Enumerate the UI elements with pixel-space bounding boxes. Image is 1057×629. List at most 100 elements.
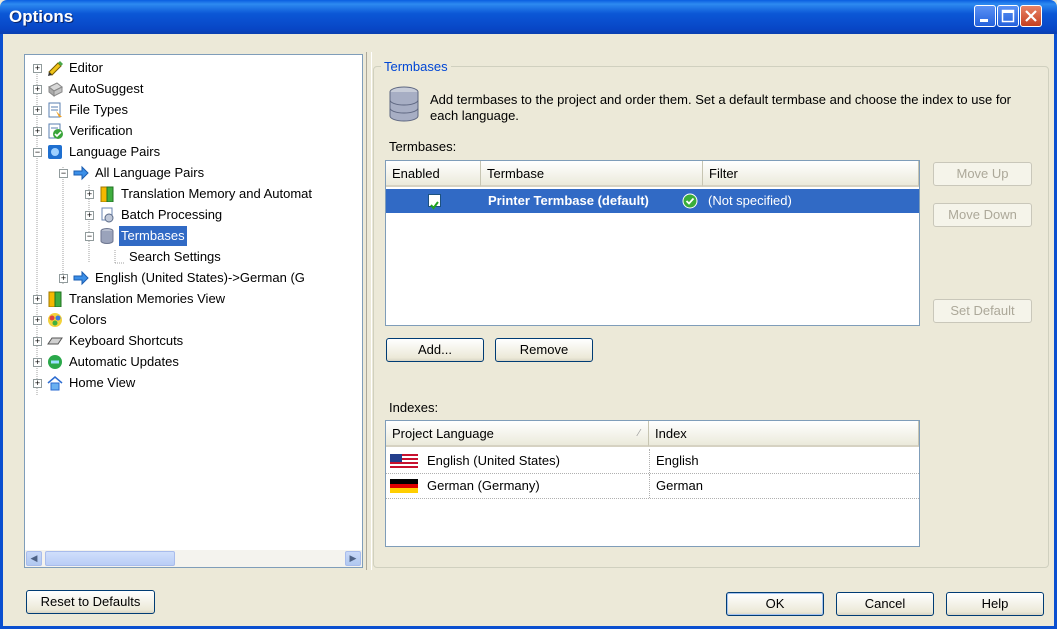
- tree-item-verification[interactable]: + Verification: [33, 121, 353, 141]
- german-flag-icon: [390, 479, 418, 493]
- cancel-button[interactable]: Cancel: [836, 592, 934, 616]
- collapse-icon[interactable]: −: [33, 148, 42, 157]
- tree-item-label: Termbases: [119, 226, 187, 246]
- options-tree[interactable]: + Editor + AutoSuggest + File Types + Ve…: [24, 54, 363, 568]
- remove-button[interactable]: Remove: [495, 338, 593, 362]
- tree-item-label: Verification: [69, 123, 133, 138]
- tree-item-file-types[interactable]: + File Types: [33, 100, 353, 120]
- home-icon: [47, 376, 63, 391]
- tree-item-label: Language Pairs: [69, 144, 161, 159]
- table-row[interactable]: German (Germany) German: [386, 474, 919, 499]
- title-bar[interactable]: Options: [0, 0, 1057, 34]
- expand-icon[interactable]: +: [59, 274, 68, 283]
- column-header-termbase[interactable]: Termbase: [481, 161, 703, 187]
- window-title: Options: [9, 7, 74, 26]
- arrow-right-icon: [73, 165, 89, 181]
- collapse-icon[interactable]: −: [59, 169, 68, 178]
- column-header-filter[interactable]: Filter: [703, 161, 919, 187]
- expand-icon[interactable]: +: [33, 106, 42, 115]
- tree-item-label: Home View: [69, 375, 136, 390]
- minimize-icon: [980, 19, 988, 22]
- tree-item-label: Search Settings: [129, 249, 221, 264]
- tree-item-english-german[interactable]: + English (United States)->German (G: [59, 268, 362, 288]
- check-icon: [430, 201, 439, 210]
- pencil-icon: [48, 61, 63, 76]
- minimize-button[interactable]: [974, 5, 996, 27]
- expand-icon[interactable]: +: [33, 316, 42, 325]
- column-header-project-language[interactable]: Project Language ⁄: [386, 421, 649, 447]
- palette-icon: [48, 313, 62, 327]
- indexes-grid[interactable]: Project Language ⁄ Index English (United…: [385, 420, 920, 547]
- group-title: Termbases: [381, 59, 451, 74]
- ok-button[interactable]: OK: [726, 592, 824, 616]
- move-down-button[interactable]: Move Down: [933, 203, 1032, 227]
- termbases-label: Termbases:: [389, 139, 457, 154]
- tree-item-label: Translation Memory and Automat: [121, 186, 312, 201]
- panel-splitter[interactable]: [366, 52, 372, 570]
- expand-icon[interactable]: +: [33, 379, 42, 388]
- move-up-button[interactable]: Move Up: [933, 162, 1032, 186]
- expand-icon[interactable]: +: [33, 337, 42, 346]
- tree-item-label: File Types: [69, 102, 129, 117]
- tree-item-label: Automatic Updates: [69, 354, 179, 369]
- scroll-thumb[interactable]: [45, 551, 175, 566]
- index-cell: German: [656, 478, 703, 493]
- expand-icon[interactable]: +: [33, 85, 42, 94]
- add-button[interactable]: Add...: [386, 338, 484, 362]
- scroll-right-button[interactable]: ▶: [345, 551, 361, 566]
- enabled-checkbox[interactable]: [428, 194, 441, 210]
- tree-item-translation-memories-view[interactable]: + Translation Memories View: [33, 289, 353, 309]
- tree-item-colors[interactable]: + Colors: [33, 310, 353, 330]
- expand-icon[interactable]: +: [33, 127, 42, 136]
- translation-memory-icon: [100, 186, 114, 202]
- column-header-enabled[interactable]: Enabled: [386, 161, 481, 187]
- tree-item-batch-processing[interactable]: + Batch Processing: [85, 205, 362, 225]
- table-row[interactable]: English (United States) English: [386, 449, 919, 474]
- set-default-button[interactable]: Set Default: [933, 299, 1032, 323]
- close-button[interactable]: [1020, 5, 1042, 27]
- expand-icon[interactable]: +: [33, 358, 42, 367]
- collapse-icon[interactable]: −: [85, 232, 94, 241]
- column-header-label: Project Language: [392, 426, 494, 441]
- verification-icon: [48, 123, 63, 139]
- horizontal-scrollbar[interactable]: ◀ ▶: [25, 550, 362, 567]
- reset-to-defaults-button[interactable]: Reset to Defaults: [26, 590, 155, 614]
- help-button[interactable]: Help: [946, 592, 1044, 616]
- language-cell: German (Germany): [427, 478, 540, 493]
- language-pairs-icon: [48, 145, 62, 159]
- table-row[interactable]: Printer Termbase (default) (Not specifie…: [386, 189, 919, 213]
- termbase-filter: (Not specified): [708, 193, 792, 208]
- termbases-grid[interactable]: Enabled Termbase Filter Printer Termbase…: [385, 160, 920, 326]
- tree-item-label: Editor: [69, 60, 103, 75]
- keyboard-icon: [47, 337, 63, 345]
- tree-item-label: English (United States)->German (G: [95, 270, 305, 285]
- arrow-right-icon: [73, 270, 89, 286]
- tree-item-translation-memory[interactable]: + Translation Memory and Automat: [85, 184, 362, 204]
- index-cell: English: [656, 453, 699, 468]
- tree-item-all-language-pairs[interactable]: − All Language Pairs: [59, 163, 359, 183]
- expand-icon[interactable]: +: [85, 190, 94, 199]
- tree-item-language-pairs[interactable]: − Language Pairs: [33, 142, 353, 162]
- tree-item-editor[interactable]: + Editor: [33, 58, 353, 78]
- tree-item-automatic-updates[interactable]: + Automatic Updates: [33, 352, 353, 372]
- expand-icon[interactable]: +: [33, 295, 42, 304]
- tree-item-termbases[interactable]: − Termbases: [85, 226, 362, 246]
- termbase-database-icon: [389, 86, 419, 122]
- column-header-index[interactable]: Index: [649, 421, 919, 447]
- scroll-left-button[interactable]: ◀: [26, 551, 42, 566]
- tree-item-label: AutoSuggest: [69, 81, 144, 96]
- tree-item-label: Translation Memories View: [69, 291, 226, 306]
- maximize-button[interactable]: [997, 5, 1019, 27]
- tree-item-autosuggest[interactable]: + AutoSuggest: [33, 79, 353, 99]
- termbase-name: Printer Termbase (default): [488, 193, 649, 208]
- update-icon: [48, 355, 62, 369]
- default-check-icon: [682, 193, 698, 209]
- tree-item-search-settings[interactable]: Search Settings: [129, 247, 349, 267]
- database-icon: [100, 228, 114, 244]
- tree-item-keyboard-shortcuts[interactable]: + Keyboard Shortcuts: [33, 331, 353, 351]
- file-types-icon: [48, 102, 62, 118]
- tree-item-label: Keyboard Shortcuts: [69, 333, 184, 348]
- expand-icon[interactable]: +: [85, 211, 94, 220]
- tree-item-home-view[interactable]: + Home View: [33, 373, 353, 393]
- expand-icon[interactable]: +: [33, 64, 42, 73]
